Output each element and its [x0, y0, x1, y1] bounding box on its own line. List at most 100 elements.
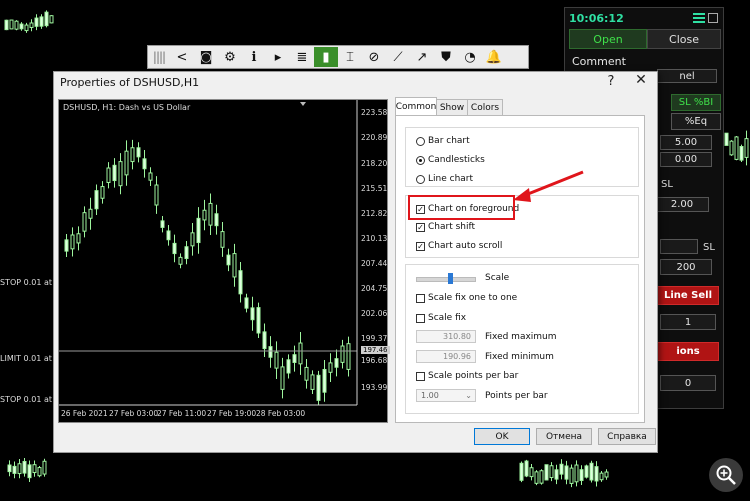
candle: [29, 22, 34, 28]
ok-button[interactable]: OK: [474, 428, 530, 445]
lines-icon[interactable]: ⟋: [386, 47, 410, 67]
preview-candle: [274, 351, 279, 369]
scale-slider[interactable]: [416, 277, 476, 282]
close-button[interactable]: Close: [647, 29, 721, 49]
pie-icon[interactable]: ◔: [458, 47, 482, 67]
value-field-3[interactable]: 2.00: [655, 197, 709, 212]
chart-toolbar: |||| < ◙ ⚙ i ▸ ≣ ▮ ⌶ ⊘ ⟋ ↗ ⛊ ◔ 🔔: [147, 45, 529, 69]
scale-fix-one-to-one-checkbox[interactable]: Scale fix one to one: [416, 293, 517, 303]
preview-candle: [64, 239, 69, 252]
gear-icon[interactable]: ⚙: [218, 47, 242, 67]
x-tick: 28 Feb 03:00: [256, 409, 306, 418]
preview-candle: [298, 342, 303, 365]
grip-icon[interactable]: ||||: [148, 47, 170, 67]
preview-candle: [256, 307, 261, 334]
preview-candle: [172, 242, 177, 255]
zoom-in-icon[interactable]: [709, 458, 743, 492]
candle: [32, 464, 37, 474]
candle: [729, 140, 734, 156]
preview-candles: [59, 100, 358, 406]
menu-icon[interactable]: [693, 13, 705, 23]
preview-candle: [106, 167, 111, 183]
open-button[interactable]: Open: [569, 29, 647, 49]
tab-show[interactable]: Show: [436, 99, 468, 115]
candle: [19, 23, 24, 30]
x-tick: 26 Feb 2021: [61, 409, 108, 418]
checkbox-checked-icon[interactable]: ✓: [416, 222, 425, 232]
sl-bi-button[interactable]: SL %BI: [671, 94, 721, 111]
y-tick: 196.68: [361, 356, 388, 365]
text-cursor-icon[interactable]: ⌶: [338, 47, 362, 67]
list-icon[interactable]: ≣: [290, 47, 314, 67]
camera-icon[interactable]: ◙: [194, 47, 218, 67]
close-icon[interactable]: ✕: [632, 72, 650, 88]
back-icon[interactable]: <: [170, 47, 194, 67]
radio-icon[interactable]: [416, 136, 425, 146]
bar-chart-option[interactable]: Bar chart: [416, 136, 470, 146]
cancel-button[interactable]: Отмена: [536, 428, 592, 445]
info-icon[interactable]: i: [242, 47, 266, 67]
tab-common[interactable]: Common: [395, 97, 437, 115]
no-edit-icon[interactable]: ⊘: [362, 47, 386, 67]
value-field-6[interactable]: 0: [660, 375, 716, 391]
fixed-maximum-label: Fixed maximum: [485, 332, 557, 342]
help-icon[interactable]: ?: [604, 74, 618, 89]
shield-icon[interactable]: ⛊: [434, 47, 458, 67]
preview-candle: [346, 343, 351, 370]
preview-candle: [130, 147, 135, 163]
candle: [739, 146, 744, 161]
crosshair-select-icon[interactable]: ▮: [314, 47, 338, 67]
checkbox-icon[interactable]: [416, 313, 425, 323]
trend-icon[interactable]: ↗: [410, 47, 434, 67]
candle: [22, 460, 27, 474]
value-field-5[interactable]: 1: [660, 314, 716, 330]
value-field-4[interactable]: 200: [660, 259, 712, 275]
chart-auto-scroll-checkbox[interactable]: ✓ Chart auto scroll: [416, 241, 502, 251]
tab-colors[interactable]: Colors: [467, 99, 503, 115]
checkbox-icon[interactable]: [416, 371, 425, 381]
candle: [14, 20, 19, 30]
shift-marker-icon: [300, 102, 306, 106]
candle: [584, 465, 589, 478]
candle: [4, 19, 9, 31]
preview-candle: [292, 354, 297, 363]
comment-input[interactable]: nel: [657, 69, 717, 83]
candle: [599, 472, 604, 481]
minimize-icon[interactable]: [708, 13, 718, 23]
candle: [594, 466, 599, 482]
value-field-1[interactable]: 5.00: [660, 135, 712, 150]
preview-candle: [310, 374, 315, 390]
y-tick: 212.82: [361, 209, 388, 218]
fixed-minimum-label: Fixed minimum: [485, 352, 554, 362]
candle: [27, 464, 32, 479]
bell-icon[interactable]: 🔔: [482, 47, 506, 67]
candle: [539, 470, 544, 484]
preview-candle: [76, 233, 81, 244]
points-per-bar-select[interactable]: 1.00 ⌄: [416, 389, 476, 402]
scale-fix-checkbox[interactable]: Scale fix: [416, 313, 466, 323]
fixed-maximum-input[interactable]: 310.80: [416, 330, 476, 343]
eq-button[interactable]: %Eq: [671, 113, 721, 130]
help-button[interactable]: Справка: [598, 428, 656, 445]
candlesticks-option[interactable]: Candlesticks: [416, 155, 485, 165]
preview-candle: [268, 346, 273, 358]
checkbox-checked-icon[interactable]: ✓: [416, 241, 425, 251]
comment-label: Comment: [572, 55, 626, 68]
options-button[interactable]: ions: [657, 342, 719, 361]
scale-slider-thumb[interactable]: [448, 273, 453, 284]
candle: [574, 464, 579, 483]
value-field-blank[interactable]: [660, 239, 698, 254]
sl-label: SL: [661, 179, 673, 190]
radio-selected-icon[interactable]: [416, 155, 425, 165]
scale-points-per-bar-checkbox[interactable]: Scale points per bar: [416, 371, 518, 381]
fixed-minimum-input[interactable]: 190.96: [416, 350, 476, 363]
chart-shift-checkbox[interactable]: ✓ Chart shift: [416, 222, 475, 232]
line-chart-option[interactable]: Line chart: [416, 174, 473, 184]
radio-icon[interactable]: [416, 174, 425, 184]
candle: [524, 460, 529, 477]
preview-candle: [154, 184, 159, 206]
line-sell-button[interactable]: Line Sell: [657, 286, 719, 305]
cursor-icon[interactable]: ▸: [266, 47, 290, 67]
value-field-2[interactable]: 0.00: [660, 152, 712, 167]
checkbox-icon[interactable]: [416, 293, 425, 303]
